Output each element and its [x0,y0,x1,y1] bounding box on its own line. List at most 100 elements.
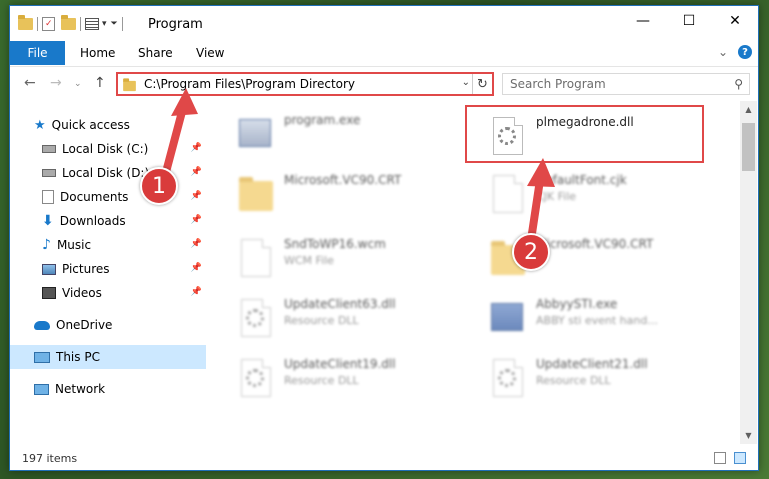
file-item[interactable]: program.exe [237,109,487,163]
file-icon [237,235,273,281]
details-view-icon[interactable] [714,452,726,464]
tab-file[interactable]: File [10,41,65,65]
file-type: CJK File [536,190,577,203]
refresh-icon[interactable]: ↻ [472,74,492,94]
nav-item-this-pc[interactable]: This PC [10,345,206,369]
file-type: ABBY sti event hand... [536,314,658,327]
nav-item-onedrive[interactable]: OneDrive [10,313,206,337]
minimize-button[interactable]: — [620,6,666,36]
scroll-thumb[interactable] [742,123,755,171]
large-icons-view-icon[interactable] [734,452,746,464]
tab-view[interactable]: View [196,46,224,60]
downloads-icon: ⬇ [42,213,54,229]
status-bar: 197 items [10,444,758,470]
file-item[interactable]: UpdateClient21.dll Resource DLL [489,353,739,407]
properties-icon[interactable]: ✓ [42,17,55,31]
nav-item-label: Local Disk (D:) [62,166,150,180]
file-item[interactable]: DefaultFont.cjk CJK File [489,169,739,223]
nav-item-local-disk-c[interactable]: Local Disk (C:) 📌 [10,137,206,161]
vertical-scrollbar[interactable]: ▲ ▼ [740,101,757,444]
scroll-up-icon[interactable]: ▲ [740,101,757,118]
pin-icon[interactable]: 📌 [191,167,202,177]
scroll-down-icon[interactable]: ▼ [740,427,757,444]
pin-icon[interactable]: 📌 [191,215,202,225]
nav-item-label: Downloads [59,214,126,228]
file-name: UpdateClient19.dll [284,357,396,371]
file-item[interactable]: UpdateClient63.dll Resource DLL [237,293,487,347]
close-button[interactable]: ✕ [712,6,758,36]
file-name: SndToWP16.wcm [284,237,386,251]
forward-arrow-icon[interactable]: → [50,75,62,91]
file-item[interactable]: SndToWP16.wcm WCM File [237,233,487,287]
title-bar: ✓ ▾ ⏷ Program — ☐ ✕ [10,6,758,41]
file-name: AbbyySTI.exe [536,297,618,311]
exe-icon [237,111,273,157]
file-item[interactable]: AbbyySTI.exe ABBY sti event hand... [489,293,739,347]
window-title: Program [148,17,203,32]
exe-icon [489,295,525,341]
file-name: DefaultFont.cjk [536,173,627,187]
folder-icon [18,15,33,30]
search-input[interactable]: Search Program [510,77,734,91]
address-dropdown-icon[interactable]: ⌄ [462,77,470,88]
search-icon: ⚲ [734,77,743,91]
separator [80,17,81,31]
maximize-button[interactable]: ☐ [666,6,712,36]
pin-icon[interactable]: 📌 [191,239,202,249]
callout-step-2: 2 [512,233,550,271]
tab-share[interactable]: Share [138,46,173,60]
separator [37,17,38,31]
pin-icon[interactable]: 📌 [191,143,202,153]
network-icon [34,383,49,395]
computer-icon [34,351,50,363]
file-name: Microsoft.VC90.CRT [536,237,654,251]
nav-item-videos[interactable]: Videos 📌 [10,281,206,305]
customize-qa-icon[interactable]: ⏷ [111,19,118,29]
dll-gear-icon [237,295,273,341]
target-file-highlight [465,105,704,163]
drive-icon [42,145,56,153]
videos-icon [42,287,56,299]
nav-item-pictures[interactable]: Pictures 📌 [10,257,206,281]
nav-item-music[interactable]: ♪ Music 📌 [10,233,206,257]
tab-home[interactable]: Home [80,46,115,60]
customize-dropdown-icon[interactable]: ▾ [102,19,107,29]
drive-icon [42,169,56,177]
quick-access-toolbar: ✓ ▾ ⏷ [18,15,127,32]
up-arrow-icon[interactable]: ↑ [94,75,106,91]
nav-item-downloads[interactable]: ⬇ Downloads 📌 [10,209,206,233]
nav-item-label: Pictures [62,262,110,276]
file-item[interactable]: Microsoft.VC90.CRT [237,169,487,223]
onedrive-icon [34,320,50,330]
nav-item-label: Network [55,382,106,396]
recent-locations-icon[interactable]: ⌄ [74,79,82,89]
file-item[interactable]: UpdateClient19.dll Resource DLL [237,353,487,407]
expand-ribbon-icon[interactable]: ⌄ [718,45,728,59]
file-name: UpdateClient63.dll [284,297,396,311]
separator [121,17,123,31]
nav-item-label: This PC [56,350,100,364]
nav-item-quick-access[interactable]: ★ Quick access [10,113,206,137]
address-bar[interactable]: C:\Program Files\Program Directory ⌄ ↻ [116,72,494,96]
file-type: Resource DLL [284,374,359,387]
nav-item-label: Local Disk (C:) [62,142,149,156]
new-folder-icon[interactable] [61,15,76,30]
file-type: Resource DLL [284,314,359,327]
pin-icon[interactable]: 📌 [191,263,202,273]
pictures-icon [42,263,56,275]
back-arrow-icon[interactable]: ← [24,75,36,91]
music-icon: ♪ [42,237,51,253]
view-toggle-icon[interactable] [85,18,99,30]
nav-item-network[interactable]: Network [10,377,206,401]
documents-icon [42,190,54,204]
ribbon-controls: ⌄ ? [718,45,752,59]
explorer-window: ✓ ▾ ⏷ Program — ☐ ✕ File Home Share View… [9,5,759,471]
folder-icon [123,77,136,91]
help-icon[interactable]: ? [738,45,752,59]
folder-icon [237,171,273,217]
search-box[interactable]: Search Program ⚲ [502,73,750,95]
pin-icon[interactable]: 📌 [191,287,202,297]
pin-icon[interactable]: 📌 [191,191,202,201]
address-path[interactable]: C:\Program Files\Program Directory [144,77,355,91]
item-count: 197 items [22,452,78,465]
